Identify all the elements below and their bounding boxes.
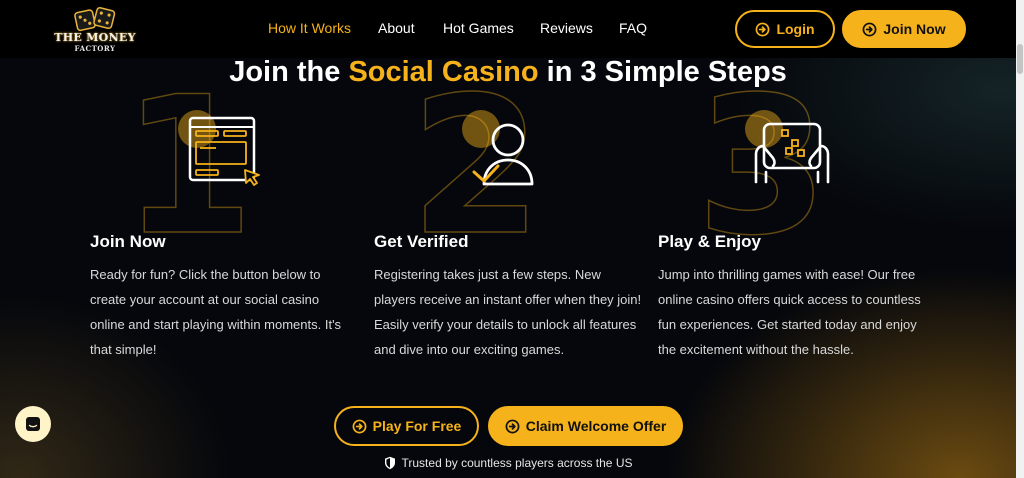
brand-name-line1: THE MONEY — [54, 31, 136, 44]
step-2-title: Get Verified — [374, 232, 469, 251]
step-3-title: Play & Enjoy — [658, 232, 761, 251]
login-button[interactable]: Login — [735, 10, 835, 48]
brand-logo[interactable]: THE MONEY FACTORY — [50, 6, 140, 54]
tablet-hands-game-icon — [754, 122, 830, 184]
step-3-description: Jump into thrilling games with ease! Our… — [658, 267, 921, 357]
join-now-label: Join Now — [883, 21, 946, 37]
claim-welcome-offer-button[interactable]: Claim Welcome Offer — [488, 406, 683, 446]
nav-faq[interactable]: FAQ — [619, 20, 647, 36]
arrow-circle-right-icon — [352, 419, 367, 433]
site-header: THE MONEY FACTORY How It Works About Hot… — [0, 0, 1016, 58]
trust-text: Trusted by countless players across the … — [401, 456, 633, 470]
arrow-circle-right-icon — [505, 419, 520, 433]
chat-widget-button[interactable] — [15, 406, 51, 442]
chat-icon — [26, 417, 40, 431]
browser-form-cursor-icon — [188, 116, 260, 186]
nav-hot-games[interactable]: Hot Games — [443, 20, 514, 36]
nav-about[interactable]: About — [378, 20, 415, 36]
nav-reviews[interactable]: Reviews — [540, 20, 593, 36]
step-1-description: Ready for fun? Click the button below to… — [90, 267, 342, 357]
arrow-circle-right-icon — [756, 22, 770, 36]
step-2-description: Registering takes just a few steps. New … — [374, 267, 642, 357]
scrollbar-thumb[interactable] — [1017, 44, 1023, 74]
scrollbar[interactable] — [1016, 0, 1024, 478]
nav-how-it-works[interactable]: How It Works — [268, 20, 351, 36]
join-now-button[interactable]: Join Now — [842, 10, 966, 48]
page: THE MONEY FACTORY How It Works About Hot… — [0, 0, 1016, 478]
play-for-free-label: Play For Free — [372, 418, 462, 434]
trust-note: Trusted by countless players across the … — [0, 456, 1016, 470]
step-1-title: Join Now — [90, 232, 166, 251]
dice-icon — [74, 7, 116, 32]
user-check-icon — [472, 123, 534, 186]
shield-icon — [384, 456, 395, 470]
arrow-circle-right-icon — [862, 22, 877, 36]
claim-welcome-offer-label: Claim Welcome Offer — [525, 418, 667, 434]
play-for-free-button[interactable]: Play For Free — [334, 406, 479, 446]
login-label: Login — [776, 21, 815, 37]
brand-name-line2: FACTORY — [74, 44, 116, 53]
